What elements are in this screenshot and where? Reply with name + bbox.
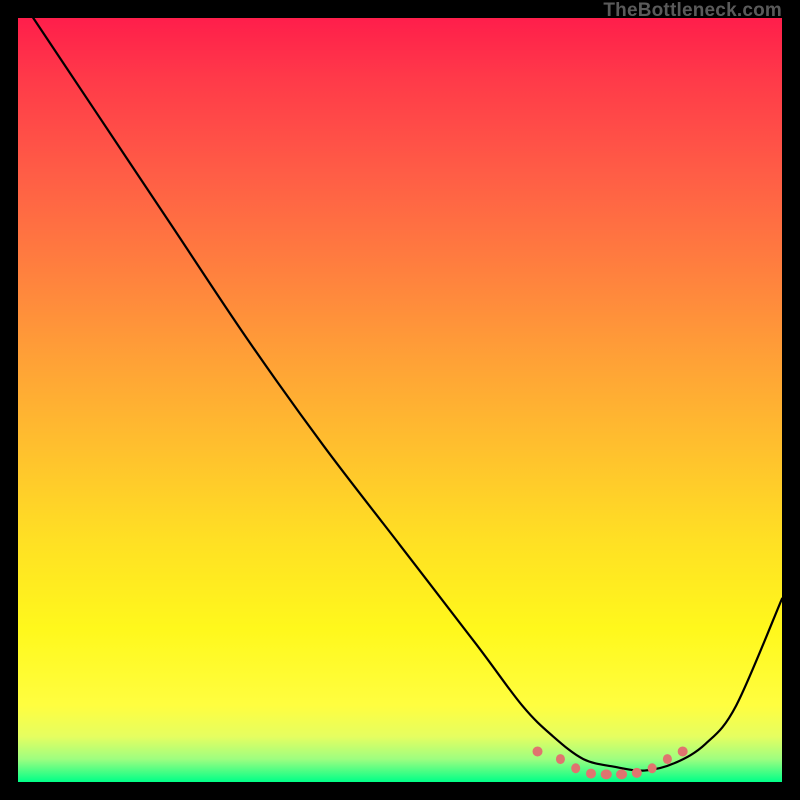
chart-frame: TheBottleneck.com — [0, 0, 800, 800]
minimum-region-dots — [533, 746, 688, 779]
min-dot — [586, 769, 596, 779]
min-dot — [678, 746, 688, 756]
min-dot — [648, 763, 657, 773]
plot-area — [18, 18, 782, 782]
bottleneck-curve — [18, 18, 782, 771]
min-dot — [632, 768, 642, 778]
chart-svg — [18, 18, 782, 782]
min-dot — [571, 763, 580, 773]
min-dot — [663, 754, 672, 764]
min-dot — [601, 769, 612, 779]
min-dot — [616, 769, 627, 779]
min-dot — [556, 754, 565, 764]
min-dot — [533, 746, 543, 756]
